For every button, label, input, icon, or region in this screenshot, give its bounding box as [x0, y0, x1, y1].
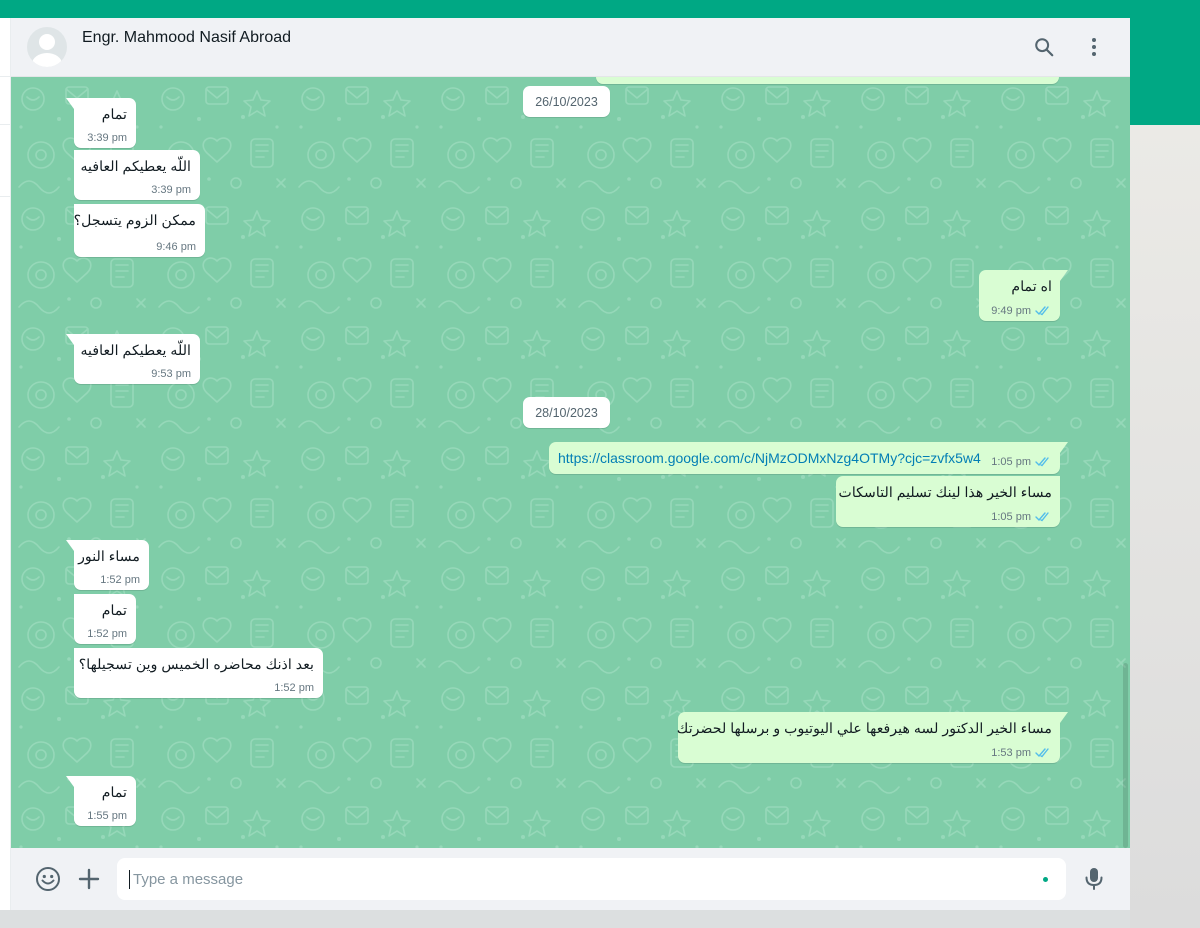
menu-icon[interactable]	[1082, 35, 1106, 59]
search-icon[interactable]	[1032, 35, 1056, 59]
chat-header: Engr. Mahmood Nasif Abroad	[11, 18, 1130, 77]
message-out-link[interactable]: https://classroom.google.com/c/NjMzODMxN…	[549, 442, 1068, 474]
message-input[interactable]	[133, 858, 1013, 900]
message-meta: 1:05 pm	[991, 456, 1051, 468]
message-meta: 1:53 pm	[991, 747, 1051, 759]
message-in[interactable]: تمام 1:55 pm	[66, 776, 136, 826]
message-in[interactable]: اللّه يعطيكم العافيه 3:39 pm	[74, 150, 200, 200]
date-separator: 26/10/2023	[523, 86, 610, 117]
message-time: 9:49 pm	[991, 305, 1031, 317]
message-out[interactable]: مساء الخير هذا لينك تسليم التاسكات 1:05 …	[836, 476, 1060, 527]
app-top-strip	[0, 0, 1200, 18]
message-text: اللّه يعطيكم العافيه	[80, 159, 191, 175]
message-in[interactable]: تمام 1:52 pm	[74, 594, 136, 644]
double-check-icon	[1035, 306, 1049, 316]
scrollbar[interactable]	[1123, 663, 1128, 848]
message-input-box[interactable]	[117, 858, 1066, 900]
message-time: 9:53 pm	[151, 368, 191, 380]
message-meta: 9:49 pm	[991, 305, 1051, 317]
message-text: تمام	[101, 603, 127, 619]
double-check-icon	[1035, 748, 1049, 758]
emoji-icon[interactable]	[34, 865, 62, 893]
message-time: 1:52 pm	[100, 574, 140, 586]
message-time: 1:52 pm	[87, 628, 127, 640]
message-out[interactable]: مساء الخير الدكتور لسه هيرفعها علي اليوت…	[676, 712, 1068, 763]
message-text: بعد اذنك محاضره الخميس وين تسجيلها؟	[78, 657, 314, 673]
background-panel	[1130, 125, 1200, 928]
message-text: اه تمام	[1011, 279, 1052, 295]
message-bubble-partial	[596, 76, 1059, 84]
message-time: 3:39 pm	[151, 184, 191, 196]
mic-icon[interactable]	[1080, 865, 1108, 893]
message-text: مساء الخير الدكتور لسه هيرفعها علي اليوت…	[676, 721, 1052, 737]
message-text: ممكن الزوم يتسجل؟	[73, 213, 196, 229]
chat-list-edge	[0, 18, 11, 910]
conversation-panel: Engr. Mahmood Nasif Abroad 26/10/2023 28…	[11, 18, 1130, 910]
double-check-icon	[1035, 457, 1049, 467]
message-in[interactable]: مساء النور 1:52 pm	[66, 540, 149, 590]
background-accent	[1130, 18, 1200, 125]
message-text: مساء الخير هذا لينك تسليم التاسكات	[838, 485, 1053, 501]
message-out[interactable]: اه تمام 9:49 pm	[979, 270, 1068, 321]
message-text: تمام	[101, 785, 127, 801]
message-time: 9:46 pm	[156, 241, 196, 253]
composer-bar	[11, 848, 1130, 910]
contact-name[interactable]: Engr. Mahmood Nasif Abroad	[82, 29, 291, 47]
message-time: 1:55 pm	[87, 810, 127, 822]
date-separator: 28/10/2023	[523, 397, 610, 428]
message-text: تمام	[101, 107, 127, 123]
message-in[interactable]: ممكن الزوم يتسجل؟ 9:46 pm	[74, 204, 205, 257]
avatar[interactable]	[27, 27, 67, 67]
message-link[interactable]: https://classroom.google.com/c/NjMzODMxN…	[558, 450, 981, 466]
status-dot	[1043, 877, 1048, 882]
message-time: 1:05 pm	[991, 456, 1031, 468]
message-time: 1:05 pm	[991, 511, 1031, 523]
double-check-icon	[1035, 512, 1049, 522]
message-meta: 1:05 pm	[991, 511, 1051, 523]
message-time: 1:52 pm	[274, 682, 314, 694]
text-caret	[129, 870, 130, 889]
plus-icon[interactable]	[75, 865, 103, 893]
message-time: 3:39 pm	[87, 132, 127, 144]
message-in[interactable]: بعد اذنك محاضره الخميس وين تسجيلها؟ 1:52…	[74, 648, 323, 698]
message-text: اللّه يعطيكم العافيه	[80, 343, 191, 359]
background-bottom	[0, 910, 1130, 928]
message-text: مساء النور	[78, 549, 140, 565]
message-in[interactable]: اللّه يعطيكم العافيه 9:53 pm	[66, 334, 200, 384]
message-in[interactable]: تمام 3:39 pm	[66, 98, 136, 148]
message-time: 1:53 pm	[991, 747, 1031, 759]
